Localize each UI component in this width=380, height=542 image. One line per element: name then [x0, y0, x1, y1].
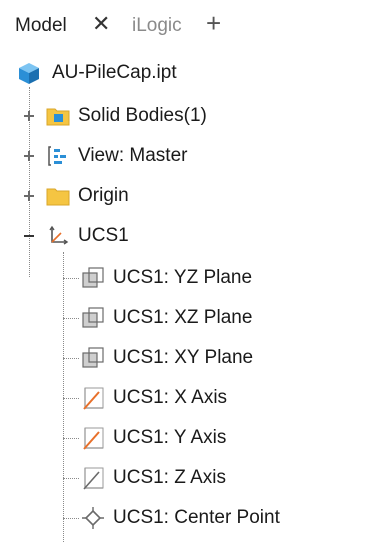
- expand-plus-icon[interactable]: [22, 189, 36, 203]
- tree-connector-line: [63, 318, 79, 319]
- expand-plus-icon[interactable]: [22, 109, 36, 123]
- folder-icon: [46, 184, 70, 208]
- tree-item-ucs1-yz-plane[interactable]: UCS1: YZ Plane: [81, 263, 252, 293]
- tree-item-ucs1-x-axis[interactable]: UCS1: X Axis: [81, 383, 227, 413]
- tree-item-label: Origin: [78, 185, 129, 206]
- tree-item-ucs1-xz-plane[interactable]: UCS1: XZ Plane: [81, 303, 252, 333]
- browser-tab-bar: Model ✕ iLogic +: [0, 0, 380, 52]
- tree-item-label: UCS1: Y Axis: [113, 427, 227, 448]
- work-axis-icon: [81, 426, 105, 450]
- tab-ilogic[interactable]: iLogic: [132, 15, 182, 37]
- tree-connector-line: [63, 518, 79, 519]
- tree-item-label: Solid Bodies(1): [78, 105, 207, 126]
- tree-item-ucs1-z-axis[interactable]: UCS1: Z Axis: [81, 463, 226, 493]
- work-plane-icon: [81, 266, 105, 290]
- tree-item-origin[interactable]: Origin: [22, 181, 129, 211]
- expand-plus-icon[interactable]: [22, 149, 36, 163]
- tree-item-label: UCS1: Center Point: [113, 507, 280, 528]
- work-axis-icon: [81, 386, 105, 410]
- part-cube-icon: [16, 60, 42, 86]
- tree-connector-line: [63, 478, 79, 479]
- tree-connector-line: [63, 438, 79, 439]
- tree-item-label: View: Master: [78, 145, 188, 166]
- work-plane-icon: [81, 346, 105, 370]
- tab-model[interactable]: Model: [15, 15, 67, 37]
- tree-item-view-master[interactable]: View: Master: [22, 141, 187, 171]
- tree-connector-line: [63, 252, 64, 542]
- tree-connector-line: [63, 358, 79, 359]
- collapse-minus-icon[interactable]: [22, 229, 36, 243]
- tree-item-label: UCS1: XY Plane: [113, 347, 254, 368]
- work-point-icon: [81, 506, 105, 530]
- tree-item-label: UCS1: [78, 225, 129, 246]
- tree-item-ucs1[interactable]: UCS1: [22, 221, 129, 251]
- tree-item-label: UCS1: Z Axis: [113, 467, 226, 488]
- tree-item-label: UCS1: X Axis: [113, 387, 228, 408]
- tree-item-label: UCS1: XZ Plane: [113, 307, 253, 328]
- tab-close-icon[interactable]: ✕: [92, 12, 110, 36]
- tree-root-label: AU-PileCap.ipt: [52, 62, 177, 83]
- tree-item-ucs1-xy-plane[interactable]: UCS1: XY Plane: [81, 343, 253, 373]
- view-rep-icon: [46, 144, 70, 168]
- tree-root-part[interactable]: AU-PileCap.ipt: [16, 58, 177, 88]
- add-tab-icon[interactable]: +: [206, 10, 221, 36]
- model-browser-tree: AU-PileCap.ipt Solid Bodies(1) View: Mas…: [0, 52, 380, 542]
- solid-bodies-folder-icon: [46, 104, 70, 128]
- tree-item-ucs1-y-axis[interactable]: UCS1: Y Axis: [81, 423, 226, 453]
- ucs-axes-icon: [46, 224, 70, 248]
- work-axis-icon: [81, 466, 105, 490]
- tree-connector-line: [63, 398, 79, 399]
- work-plane-icon: [81, 306, 105, 330]
- tree-connector-line: [63, 278, 79, 279]
- tree-item-solid-bodies[interactable]: Solid Bodies(1): [22, 101, 207, 131]
- tree-item-label: UCS1: YZ Plane: [113, 267, 253, 288]
